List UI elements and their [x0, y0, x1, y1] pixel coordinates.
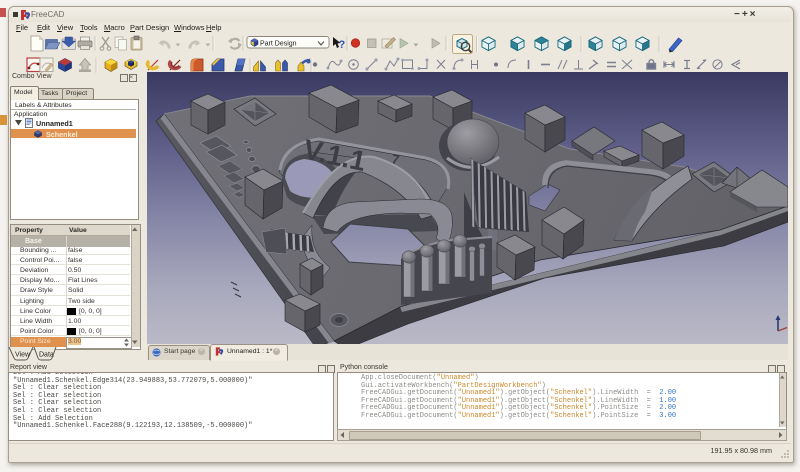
svg-text:View: View: [15, 352, 31, 359]
svg-text:Data: Data: [39, 352, 54, 359]
